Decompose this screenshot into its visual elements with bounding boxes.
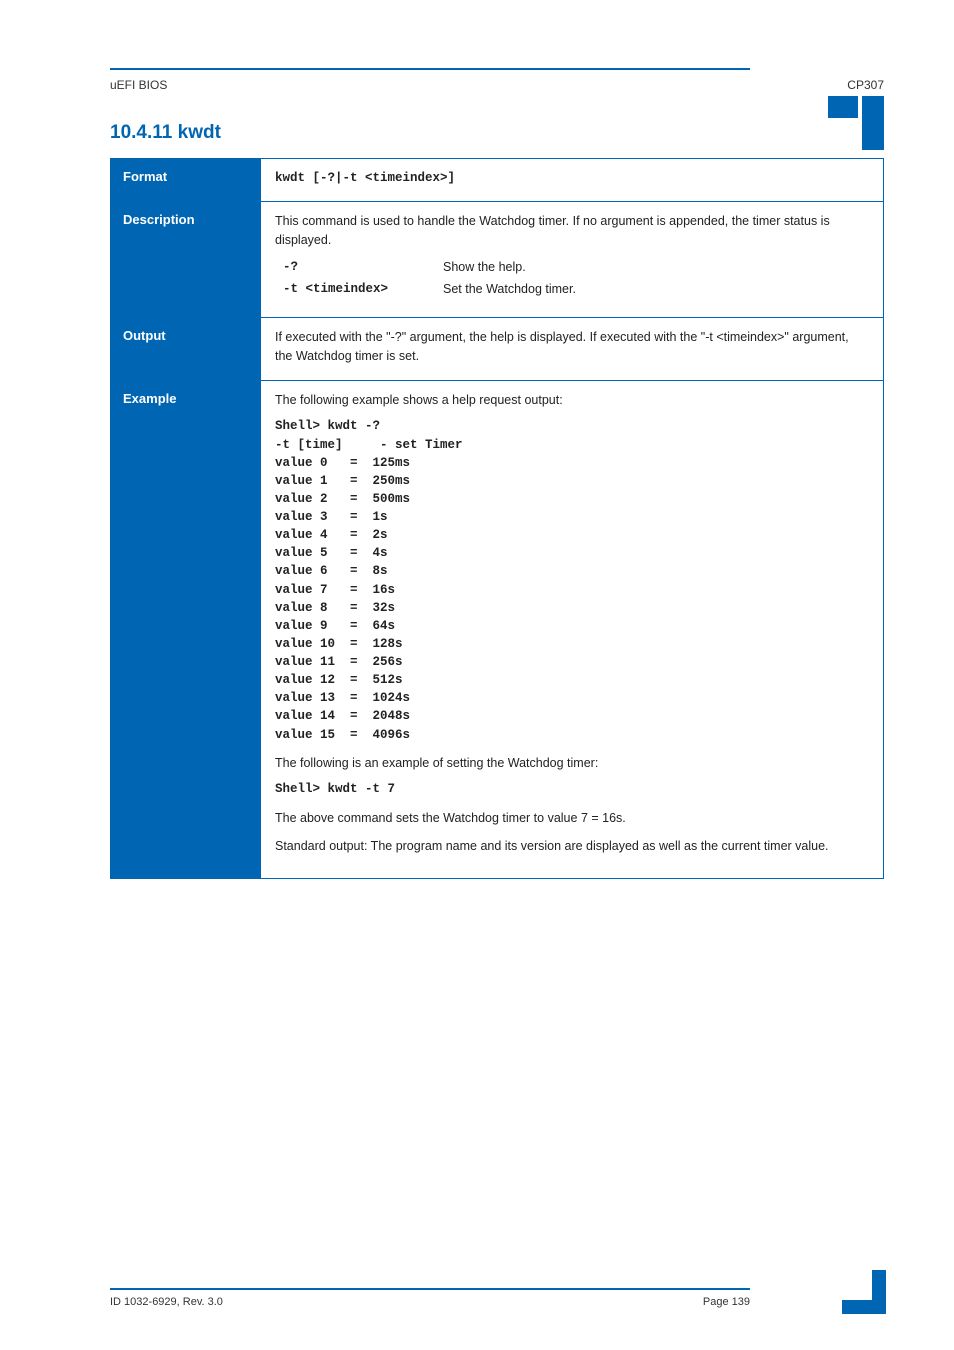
example-help-block: Shell> kwdt -? -t [time] - set Timer val… bbox=[275, 417, 869, 743]
list-item: -t <timeindex> Set the Watchdog timer. bbox=[283, 280, 869, 299]
example-intro: The following example shows a help reque… bbox=[275, 391, 869, 410]
section-title: 10.4.11 kwdt bbox=[110, 122, 884, 144]
page-corner-icon bbox=[828, 96, 884, 150]
example-set-note: The above command sets the Watchdog time… bbox=[275, 809, 869, 828]
content-output: If executed with the "-?" argument, the … bbox=[261, 317, 883, 380]
header-right: CP307 bbox=[847, 78, 884, 92]
example-set-block: Shell> kwdt -t 7 bbox=[275, 780, 869, 798]
top-rule bbox=[110, 68, 750, 70]
content-example: The following example shows a help reque… bbox=[261, 380, 883, 878]
label-output: Output bbox=[111, 317, 261, 380]
format-code: kwdt [-?|-t <timeindex>] bbox=[275, 169, 869, 187]
footer-rule bbox=[110, 1288, 750, 1290]
page-footer: ID 1032-6929, Rev. 3.0 Page 139 bbox=[110, 1288, 884, 1308]
page-header: uEFI BIOS CP307 bbox=[110, 78, 884, 92]
footer-right: Page 139 bbox=[703, 1296, 750, 1308]
command-table: Format kwdt [-?|-t <timeindex>] Descript… bbox=[110, 158, 884, 879]
example-set-intro: The following is an example of setting t… bbox=[275, 754, 869, 773]
description-list: -? Show the help. -t <timeindex> Set the… bbox=[283, 258, 869, 300]
label-example: Example bbox=[111, 380, 261, 878]
list-item: -? Show the help. bbox=[283, 258, 869, 277]
footer-corner-icon bbox=[842, 1270, 886, 1314]
content-description: This command is used to handle the Watch… bbox=[261, 201, 883, 317]
option-text: Show the help. bbox=[443, 258, 526, 277]
footer-left: ID 1032-6929, Rev. 3.0 bbox=[110, 1296, 223, 1308]
option-text: Set the Watchdog timer. bbox=[443, 280, 576, 299]
row-example: Example The following example shows a he… bbox=[111, 380, 883, 878]
row-description: Description This command is used to hand… bbox=[111, 201, 883, 317]
option-code: -t <timeindex> bbox=[283, 280, 433, 299]
example-std-note: Standard output: The program name and it… bbox=[275, 837, 869, 856]
label-format: Format bbox=[111, 159, 261, 201]
option-code: -? bbox=[283, 258, 433, 277]
row-output: Output If executed with the "-?" argumen… bbox=[111, 317, 883, 380]
description-intro: This command is used to handle the Watch… bbox=[275, 212, 869, 250]
label-description: Description bbox=[111, 201, 261, 317]
content-format: kwdt [-?|-t <timeindex>] bbox=[261, 159, 883, 201]
row-format: Format kwdt [-?|-t <timeindex>] bbox=[111, 159, 883, 201]
header-left: uEFI BIOS bbox=[110, 78, 167, 92]
